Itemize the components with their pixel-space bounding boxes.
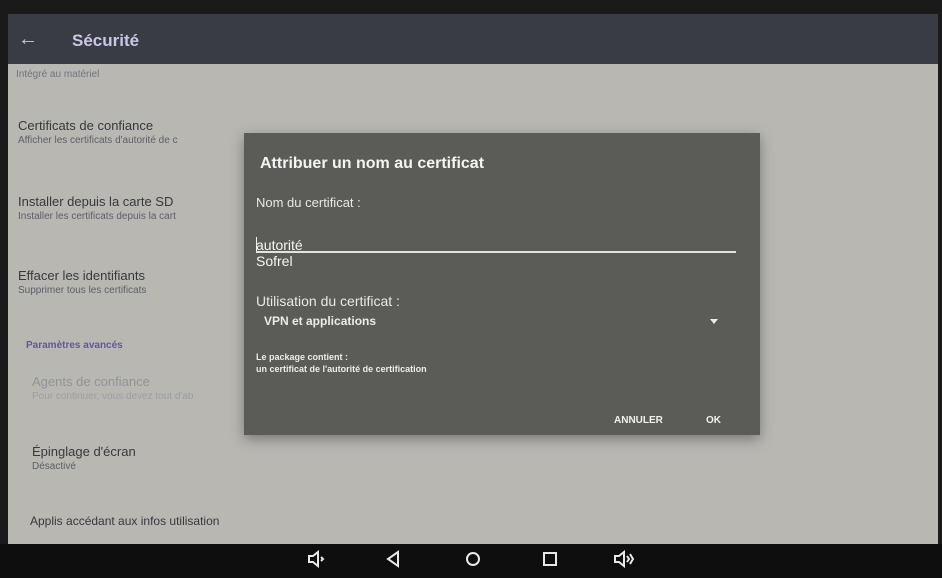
screen: ← Sécurité Intégré au matériel Certifica… — [8, 14, 938, 544]
dropdown-arrow-icon — [710, 319, 718, 324]
app-bar: ← Sécurité — [8, 14, 938, 64]
system-nav-bar — [0, 544, 942, 578]
page-title: Sécurité — [72, 31, 140, 50]
arrow-left-icon[interactable]: ← — [18, 28, 38, 51]
certificate-usage-label: Utilisation du certificat : — [256, 293, 400, 309]
name-certificate-dialog: Attribuer un nom au certificat Nom du ce… — [244, 133, 760, 435]
certificate-name-input[interactable]: autorité Sofrel — [256, 221, 736, 269]
home-circle-icon[interactable] — [463, 549, 483, 569]
certificate-usage-dropdown[interactable]: VPN et applications — [256, 313, 736, 333]
package-info: Le package contient : un certificat de l… — [256, 351, 427, 375]
text-caret — [256, 237, 257, 252]
certificate-name-label: Nom du certificat : — [256, 195, 361, 210]
package-label: Le package contient : — [256, 352, 349, 362]
back-triangle-icon[interactable] — [384, 549, 402, 569]
ok-button[interactable]: OK — [706, 415, 721, 426]
package-content: un certificat de l'autorité de certifica… — [256, 364, 427, 374]
certificate-usage-value: VPN et applications — [264, 314, 377, 328]
recents-square-icon[interactable] — [540, 549, 560, 569]
cancel-button[interactable]: ANNULER — [614, 415, 663, 426]
certificate-name-value: autorité Sofrel — [256, 237, 303, 269]
dialog-title: Attribuer un nom au certificat — [260, 155, 485, 172]
volume-up-icon[interactable] — [612, 549, 636, 569]
volume-down-icon[interactable] — [306, 549, 326, 569]
